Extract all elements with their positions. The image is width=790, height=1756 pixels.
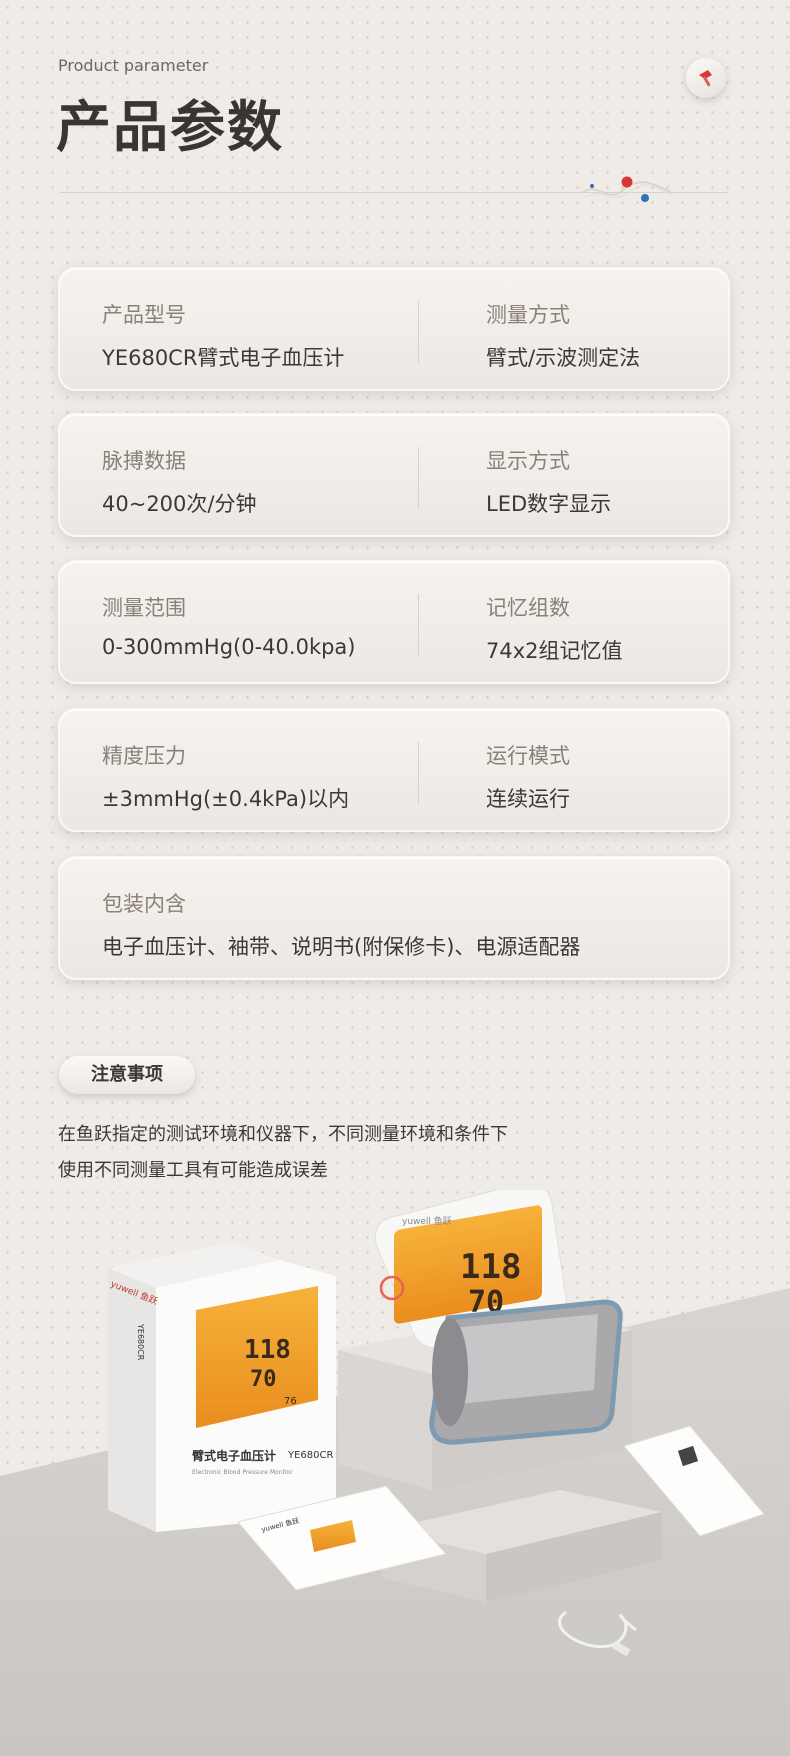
card-divider <box>418 447 419 509</box>
package-card: 包装内含 电子血压计、袖带、说明书(附保修卡)、电源适配器 <box>58 856 730 980</box>
box-screen-sys: 118 <box>244 1335 291 1365</box>
param-card: 测量范围 0-300mmHg(0-40.0kpa) 记忆组数 74x2组记忆值 <box>58 560 730 684</box>
param-value: 40~200次/分钟 <box>102 492 257 516</box>
param-value: YE680CR臂式电子血压计 <box>102 346 345 370</box>
red-dot <box>621 176 633 188</box>
product-scene: 118 70 yuwell 鱼跃 118 70 76 yuwell 鱼跃 臂式电… <box>0 1190 790 1756</box>
arm-cuff <box>429 1299 623 1445</box>
card-divider <box>418 594 419 656</box>
brand-badge <box>686 58 726 98</box>
notice-line-1: 在鱼跃指定的测试环境和仪器下，不同测量环境和条件下 <box>58 1124 508 1145</box>
param-value: 连续运行 <box>486 787 570 811</box>
box-screen-dia: 70 <box>250 1367 277 1392</box>
notice-line-2: 使用不同测量工具有可能造成误差 <box>58 1160 328 1181</box>
box-title-en: Electronic Blood Pressure Monitor <box>192 1469 293 1476</box>
monitor-brand: yuwell 鱼跃 <box>402 1215 452 1227</box>
param-value: 74x2组记忆值 <box>486 639 623 663</box>
param-card: 产品型号 YE680CR臂式电子血压计 测量方式 臂式/示波测定法 <box>58 267 730 391</box>
param-label: 精度压力 <box>102 744 186 768</box>
param-value: LED数字显示 <box>486 492 612 516</box>
param-label: 运行模式 <box>486 744 570 768</box>
box-spine-model: YE680CR <box>136 1323 145 1361</box>
param-card: 脉搏数据 40~200次/分钟 显示方式 LED数字显示 <box>58 413 730 537</box>
param-label: 产品型号 <box>102 303 186 327</box>
wave-decoration <box>582 176 672 202</box>
blue-dot <box>641 194 649 202</box>
page-title: 产品参数 <box>56 95 285 159</box>
card-divider <box>418 742 419 804</box>
package-label: 包装内含 <box>102 892 186 916</box>
param-value: 0-300mmHg(0-40.0kpa) <box>102 635 356 659</box>
param-value: 臂式/示波测定法 <box>486 346 641 370</box>
param-label: 记忆组数 <box>486 596 570 620</box>
box-screen-pulse: 76 <box>284 1396 297 1407</box>
page-subtitle: Product parameter <box>58 56 209 75</box>
param-label: 显示方式 <box>486 449 570 473</box>
param-card: 精度压力 ±3mmHg(±0.4kPa)以内 运行模式 连续运行 <box>58 708 730 832</box>
param-label: 测量范围 <box>102 596 186 620</box>
notice-title: 注意事项 <box>59 1056 195 1094</box>
param-value: ±3mmHg(±0.4kPa)以内 <box>102 787 350 811</box>
monitor-screen-sys: 118 <box>460 1247 521 1287</box>
param-label: 测量方式 <box>486 303 570 327</box>
card-divider <box>418 301 419 363</box>
box-title: 臂式电子血压计 <box>192 1448 276 1463</box>
small-blue-dot <box>590 184 594 188</box>
param-label: 脉搏数据 <box>102 449 186 473</box>
box-model: YE680CR <box>287 1450 333 1461</box>
hammer-icon <box>699 70 712 87</box>
product-box: 118 70 76 yuwell 鱼跃 臂式电子血压计 Electronic B… <box>108 1242 336 1532</box>
package-value: 电子血压计、袖带、说明书(附保修卡)、电源适配器 <box>102 935 581 959</box>
